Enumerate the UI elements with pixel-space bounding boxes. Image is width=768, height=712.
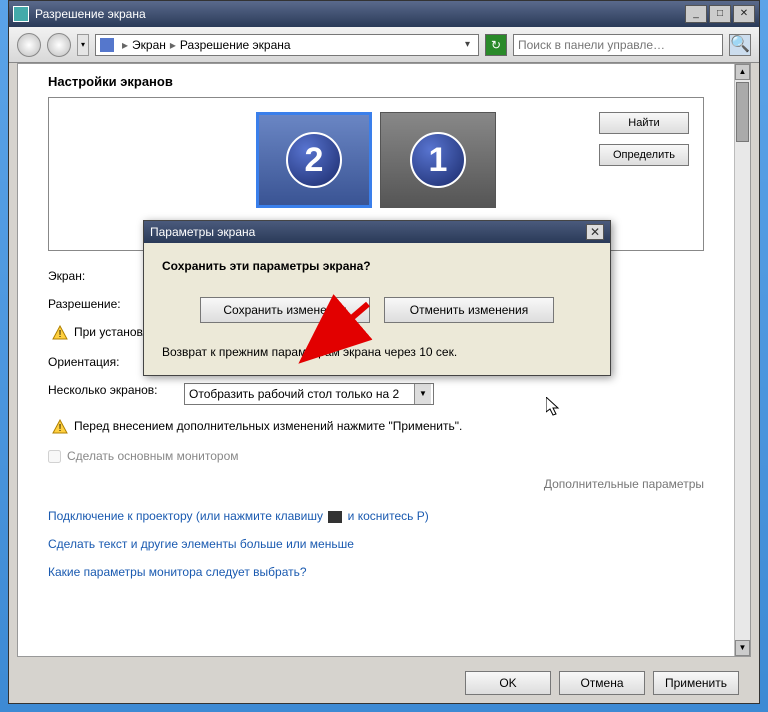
forward-button[interactable]	[47, 33, 71, 57]
projector-link-pre: Подключение к проектору (или нажмите кла…	[48, 509, 323, 523]
svg-text:!: !	[59, 329, 62, 340]
text-size-link[interactable]: Сделать текст и другие элементы больше и…	[48, 537, 704, 551]
extended-params-link[interactable]: Дополнительные параметры	[48, 477, 704, 491]
ok-button[interactable]: OK	[465, 671, 551, 695]
toolbar: ▾ ▸ Экран ▸ Разрешение экрана ▾ ↻ 🔍	[9, 27, 759, 63]
monitor-2-number: 2	[305, 141, 324, 180]
which-monitor-link[interactable]: Какие параметры монитора следует выбрать…	[48, 565, 704, 579]
vertical-scrollbar[interactable]: ▲ ▼	[734, 64, 750, 656]
breadcrumb-dropdown-icon[interactable]: ▾	[461, 39, 474, 50]
dialog-titlebar[interactable]: Параметры экрана ✕	[144, 221, 610, 243]
mouse-cursor	[546, 397, 562, 422]
dialog-close-button[interactable]: ✕	[586, 224, 604, 240]
projector-link[interactable]: Подключение к проектору (или нажмите кла…	[48, 509, 704, 523]
countdown-text: Возврат к прежним параметрам экрана чере…	[162, 345, 592, 359]
window-icon	[13, 6, 29, 22]
warning-icon: !	[52, 325, 68, 341]
maximize-button[interactable]: □	[709, 5, 731, 23]
scroll-up-button[interactable]: ▲	[735, 64, 750, 80]
monitor-2-preview[interactable]: 2	[256, 112, 372, 208]
breadcrumb-item-resolution[interactable]: Разрешение экрана	[180, 38, 291, 52]
projector-link-post: и коснитесь P)	[348, 509, 429, 523]
dialog-question: Сохранить эти параметры экрана?	[162, 259, 592, 273]
breadcrumb[interactable]: ▸ Экран ▸ Разрешение экрана ▾	[95, 34, 479, 56]
breadcrumb-sep: ▸	[122, 38, 128, 52]
control-panel-icon	[100, 38, 114, 52]
revert-changes-button[interactable]: Отменить изменения	[384, 297, 554, 323]
monitor-1-preview[interactable]: 1	[380, 112, 496, 208]
titlebar[interactable]: Разрешение экрана _ □ ✕	[9, 1, 759, 27]
search-input-wrapper[interactable]	[513, 34, 723, 56]
refresh-button[interactable]: ↻	[485, 34, 507, 56]
scroll-down-button[interactable]: ▼	[735, 640, 750, 656]
multi-screens-value: Отобразить рабочий стол только на 2	[189, 387, 399, 401]
search-button[interactable]: 🔍	[729, 34, 751, 56]
screen-parameters-dialog: Параметры экрана ✕ Сохранить эти парамет…	[143, 220, 611, 376]
footer-buttons: OK Отмена Применить	[465, 671, 739, 695]
main-monitor-checkbox	[48, 450, 61, 463]
section-title: Настройки экранов	[48, 74, 704, 89]
apply-button[interactable]: Применить	[653, 671, 739, 695]
svg-text:!: !	[59, 423, 62, 434]
monitor-1-number: 1	[429, 141, 448, 180]
dialog-title: Параметры экрана	[150, 225, 586, 239]
multi-screens-label: Несколько экранов:	[48, 383, 178, 397]
apply-first-warning-text: Перед внесением дополнительных изменений…	[74, 419, 462, 433]
warning-icon: !	[52, 419, 68, 435]
breadcrumb-item-screen[interactable]: Экран	[132, 38, 166, 52]
minimize-button[interactable]: _	[685, 5, 707, 23]
windows-key-icon	[328, 511, 342, 523]
multi-screens-dropdown[interactable]: Отобразить рабочий стол только на 2	[184, 383, 434, 405]
save-changes-button[interactable]: Сохранить изменения	[200, 297, 370, 323]
main-monitor-checkbox-label: Сделать основным монитором	[67, 449, 239, 463]
identify-button[interactable]: Определить	[599, 144, 689, 166]
window-title: Разрешение экрана	[35, 7, 685, 21]
close-button[interactable]: ✕	[733, 5, 755, 23]
scroll-thumb[interactable]	[736, 82, 749, 142]
breadcrumb-sep: ▸	[170, 38, 176, 52]
back-button[interactable]	[17, 33, 41, 57]
search-input[interactable]	[518, 38, 718, 52]
main-monitor-checkbox-row: Сделать основным монитором	[48, 449, 704, 463]
nav-history-dropdown[interactable]: ▾	[77, 34, 89, 56]
cancel-button[interactable]: Отмена	[559, 671, 645, 695]
find-button[interactable]: Найти	[599, 112, 689, 134]
